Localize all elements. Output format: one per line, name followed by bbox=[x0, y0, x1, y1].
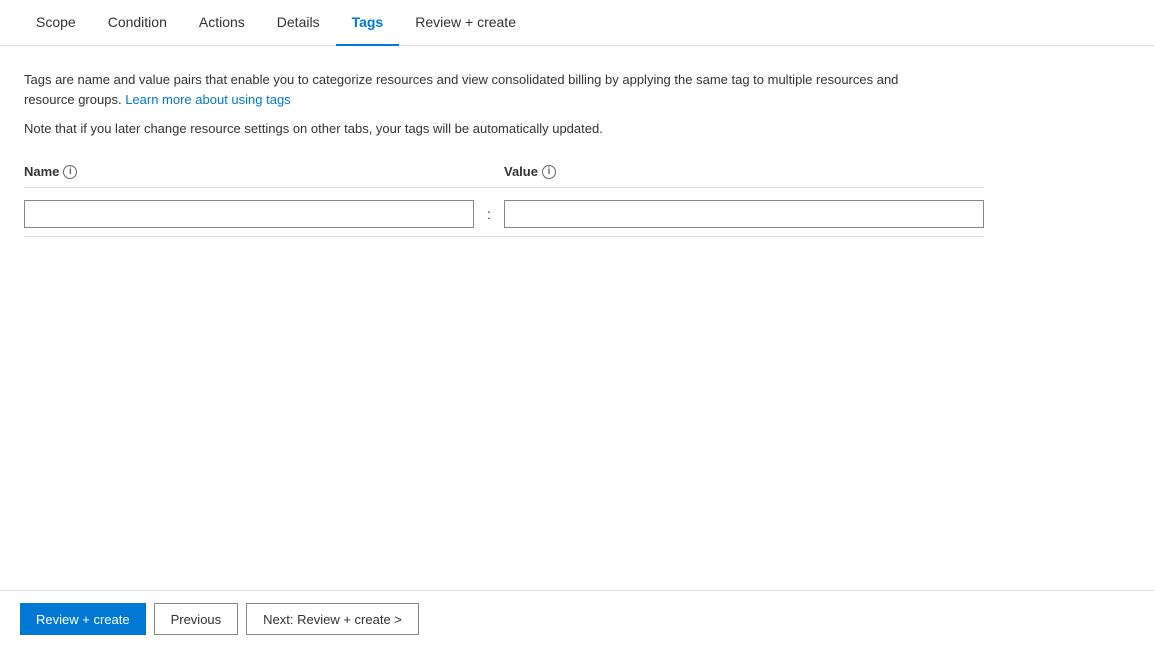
value-input[interactable] bbox=[504, 200, 984, 228]
main-content: Scope Condition Actions Details Tags Rev… bbox=[0, 0, 1154, 590]
name-input[interactable] bbox=[24, 200, 474, 228]
value-input-container bbox=[504, 200, 984, 228]
tag-input-row: : bbox=[24, 196, 984, 237]
name-column-header: Name i bbox=[24, 164, 474, 179]
description-text: Tags are name and value pairs that enabl… bbox=[24, 70, 924, 109]
value-column-header: Value i bbox=[504, 164, 984, 179]
tab-scope[interactable]: Scope bbox=[20, 0, 92, 46]
tab-navigation: Scope Condition Actions Details Tags Rev… bbox=[0, 0, 1154, 46]
value-info-icon[interactable]: i bbox=[542, 165, 556, 179]
tab-condition[interactable]: Condition bbox=[92, 0, 183, 46]
form-section: Name i Value i : bbox=[24, 164, 984, 237]
next-button[interactable]: Next: Review + create > bbox=[246, 603, 419, 635]
name-info-icon[interactable]: i bbox=[63, 165, 77, 179]
tab-tags[interactable]: Tags bbox=[336, 0, 400, 46]
note-text: Note that if you later change resource s… bbox=[24, 121, 1130, 136]
tab-actions[interactable]: Actions bbox=[183, 0, 261, 46]
colon-separator: : bbox=[474, 206, 504, 222]
footer: Review + create Previous Next: Review + … bbox=[0, 590, 1154, 647]
review-create-button[interactable]: Review + create bbox=[20, 603, 146, 635]
previous-button[interactable]: Previous bbox=[154, 603, 239, 635]
name-input-container bbox=[24, 200, 474, 228]
tab-review-create[interactable]: Review + create bbox=[399, 0, 532, 46]
form-header-row: Name i Value i bbox=[24, 164, 984, 188]
learn-more-link[interactable]: Learn more about using tags bbox=[125, 92, 291, 107]
tab-details[interactable]: Details bbox=[261, 0, 336, 46]
page-content: Tags are name and value pairs that enabl… bbox=[0, 46, 1154, 261]
